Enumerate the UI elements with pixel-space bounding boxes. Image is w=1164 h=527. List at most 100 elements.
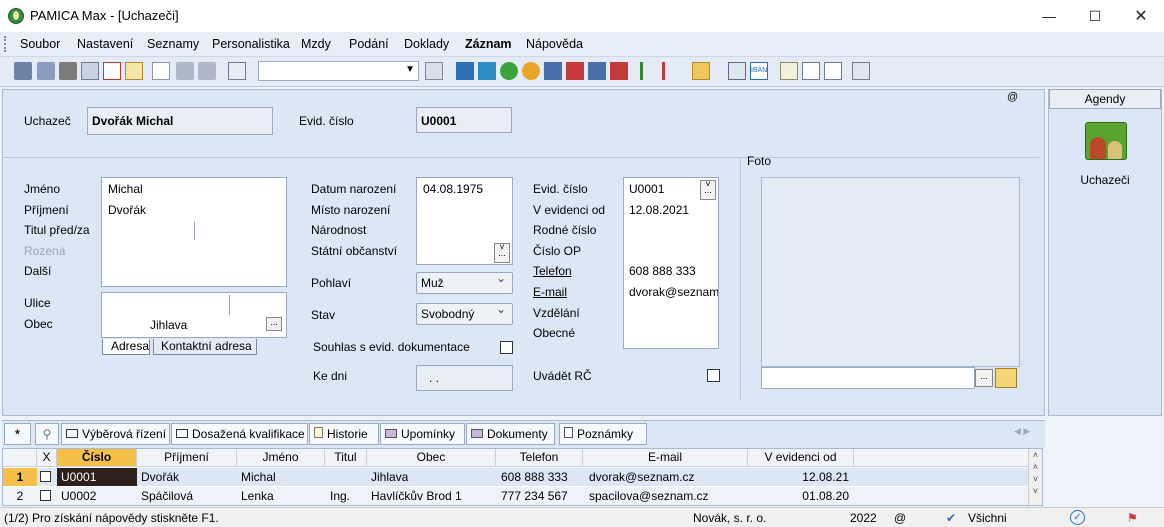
consent-checkbox[interactable] [500,341,513,354]
col-header-v-evidenci-od[interactable]: V evidenci od [748,449,854,467]
tab-kontaktni-adresa[interactable]: Kontaktní adresa [153,339,257,355]
rec-evid-picker-button[interactable]: ˅... [700,180,716,200]
tab-star-icon[interactable]: * [4,423,31,445]
col-header-prijmeni[interactable]: Příjmení [137,449,237,467]
status-company[interactable]: Novák, s. r. o. [693,511,766,525]
cell-prijmeni[interactable]: Dvořák [141,468,179,486]
cell-titul[interactable]: Ing. [330,487,350,505]
menu-podani[interactable]: Podání [349,37,389,51]
tab-vyberova-rizeni[interactable]: Výběrová řízení [61,423,170,445]
print-preview-icon[interactable] [81,62,99,80]
m-report4-icon[interactable] [610,62,628,80]
status-year[interactable]: 2022 [850,511,877,525]
m-report1-icon[interactable] [544,62,562,80]
m-report3-icon[interactable] [588,62,606,80]
tab-dokumenty[interactable]: Dokumenty [466,423,555,445]
cell-jmeno[interactable]: Lenka [241,487,274,505]
cell-obec[interactable]: Havlíčkův Brod 1 [371,487,462,505]
cell-telefon[interactable]: 608 888 333 [501,468,568,486]
note2-icon[interactable] [802,62,820,80]
tab-filter-icon[interactable]: ⚲ [35,423,59,445]
tab-adresa[interactable]: Adresa [102,339,150,355]
note3-icon[interactable] [824,62,842,80]
green-flag-icon[interactable] [640,62,658,80]
new-icon[interactable] [152,62,170,80]
green-person-icon[interactable] [500,62,518,80]
col-header-obec[interactable]: Obec [367,449,496,467]
marital-status-select[interactable]: Svobodný [416,302,513,325]
red-flag-icon[interactable] [662,62,680,80]
col-header-titul[interactable]: Titul [325,449,367,467]
col-header-telefon[interactable]: Telefon [496,449,583,467]
col-header-cislo[interactable]: Číslo [57,449,137,467]
as-of-field[interactable]: . . [416,365,513,391]
row-checkbox[interactable] [40,471,51,482]
save-as-icon[interactable] [198,62,216,80]
table-scrollbar[interactable]: ˄ ˄ ˅ ˅ [1028,449,1042,505]
open-folder-icon[interactable] [995,368,1017,388]
row-checkbox[interactable] [40,490,51,501]
tools-icon[interactable] [852,62,870,80]
cell-prijmeni[interactable]: Spáčilová [141,487,193,505]
open-icon[interactable] [14,62,32,80]
tab-historie[interactable]: Historie [309,423,379,445]
menu-mzdy[interactable]: Mzdy [301,37,331,51]
orange-person-icon[interactable] [522,62,540,80]
applicants-agenda-icon[interactable] [1085,122,1127,160]
phone-link[interactable]: Telefon [533,264,572,278]
iban-icon[interactable]: IBAN [750,62,768,80]
cell-cislo[interactable]: U0002 [61,487,96,505]
cell-v-evidenci-od[interactable]: 12.08.21 [748,468,849,486]
m-cyan-icon[interactable] [478,62,496,80]
menu-napoveda[interactable]: Nápověda [526,37,583,51]
filter-icon[interactable] [425,62,443,80]
last-name-value[interactable]: Dvořák [108,203,146,217]
rec-since-value[interactable]: 12.08.2021 [629,203,689,217]
save-icon[interactable] [176,62,194,80]
first-name-value[interactable]: Michal [108,182,143,196]
menu-personalistika[interactable]: Personalistika [212,37,290,51]
menu-seznamy[interactable]: Seznamy [147,37,199,51]
col-header-jmeno[interactable]: Jméno [237,449,325,467]
table-row[interactable]: 2 U0002 Spáčilová Lenka Ing. Havlíčkův B… [3,487,1028,505]
cell-email[interactable]: spacilova@seznam.cz [589,487,709,505]
menu-soubor[interactable]: Soubor [20,37,60,51]
toolbar-combo[interactable]: ▼ [258,61,419,81]
phone-value[interactable]: 608 888 333 [629,264,696,278]
m-blue-icon[interactable] [456,62,474,80]
cell-jmeno[interactable]: Michal [241,468,276,486]
close-button[interactable]: ✕ [1118,0,1164,32]
status-ok-icon[interactable]: ✓ [1070,510,1085,525]
m-report2-icon[interactable] [566,62,584,80]
citizenship-picker-button[interactable]: ˅... [494,243,510,263]
maximize-button[interactable]: ☐ [1072,0,1118,32]
tab-poznamky[interactable]: Poznámky [559,423,647,445]
gender-select[interactable]: Muž [416,271,513,294]
col-header-email[interactable]: E-mail [583,449,748,467]
show-rc-checkbox[interactable] [707,369,720,382]
city-picker-button[interactable]: ... [266,317,282,331]
cell-email[interactable]: dvorak@seznam.cz [589,468,695,486]
rec-evid-value[interactable]: U0001 [629,182,664,196]
table-row[interactable]: 1 U0001 Dvořák Michal Jihlava 608 888 33… [3,468,1028,486]
note1-icon[interactable] [780,62,798,80]
photo-path-input[interactable] [761,367,975,389]
email-link[interactable]: E-mail [533,285,567,299]
applicants-agenda-label[interactable]: Uchazeči [1049,173,1161,187]
col-header-x[interactable]: X [37,449,57,467]
folder-icon[interactable] [692,62,710,80]
agendy-header[interactable]: Agendy [1049,89,1161,109]
export-icon[interactable] [125,62,143,80]
email-value[interactable]: dvorak@seznam [629,285,718,299]
cell-obec[interactable]: Jihlava [371,468,408,486]
copy-icon[interactable] [37,62,55,80]
minimize-button[interactable]: — [1026,0,1072,32]
status-flag-icon[interactable]: ⚑ [1127,511,1138,525]
status-filter[interactable]: Všichni [968,511,1007,525]
cell-v-evidenci-od[interactable]: 01.08.20 [748,487,849,505]
menu-zaznam[interactable]: Záznam [465,37,512,51]
print-icon[interactable] [59,62,77,80]
menu-nastaveni[interactable]: Nastavení [77,37,133,51]
cell-cislo[interactable]: U0001 [57,468,137,486]
tabs-scroll-arrows[interactable]: ◀ ▶ [1014,426,1030,437]
